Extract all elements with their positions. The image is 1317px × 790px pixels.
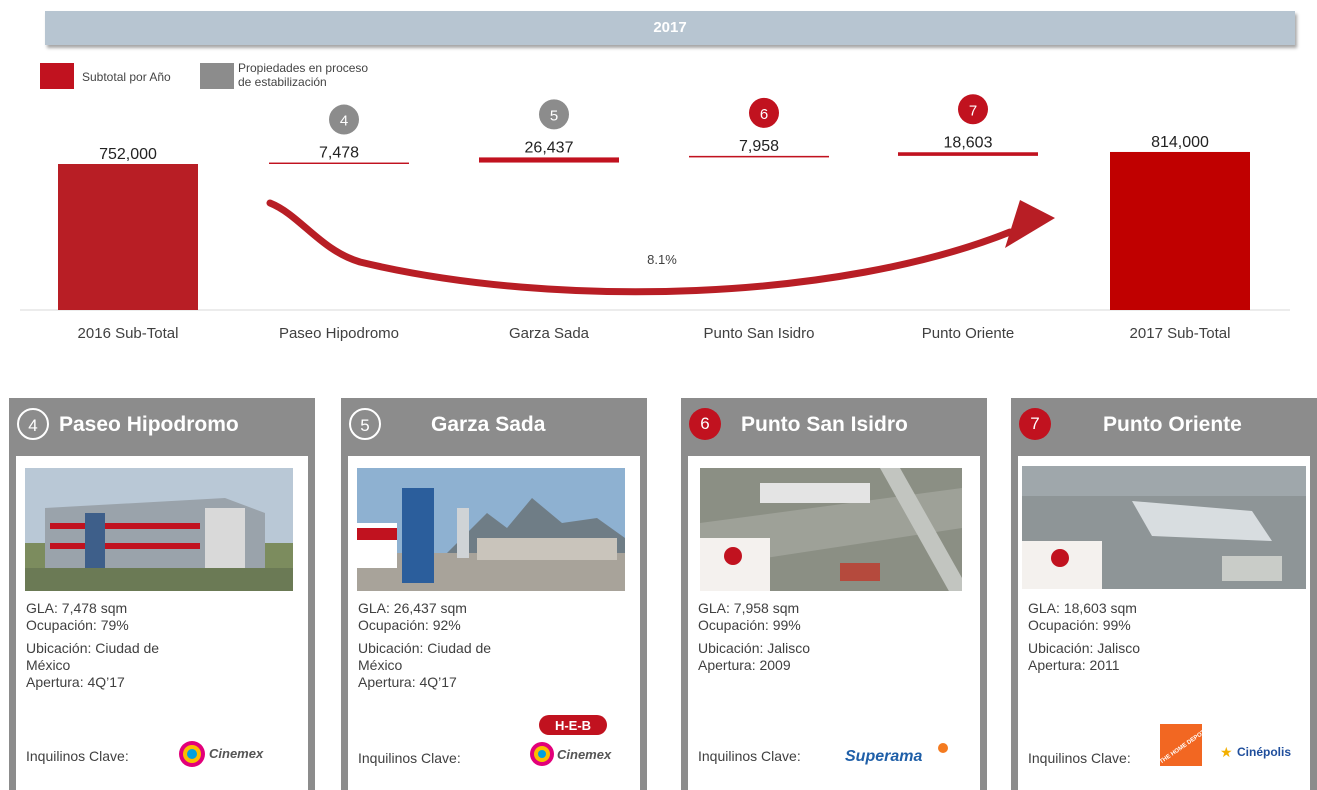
card-number-badge: 5 (349, 408, 381, 440)
card-details: GLA: 7,958 sqm Ocupación: 99% Ubicación:… (698, 600, 898, 674)
card-number-badge: 4 (17, 408, 49, 440)
category-label-2: Garza Sada (509, 325, 590, 342)
card-apertura: Apertura: 2011 (1028, 657, 1120, 673)
card-ubicacion: Ubicación: Ciudad de (358, 640, 492, 656)
card-number-badge: 6 (689, 408, 721, 440)
badge-label-4: 7 (969, 102, 977, 119)
property-photo (700, 468, 962, 591)
property-card-paseo-hipodromo: 4 Paseo Hipodromo GLA: 7,478 sqm Ocupaci… (9, 398, 315, 790)
cinemex-logo-text: Cinemex (557, 747, 612, 762)
cinepolis-logo: ★ Cinépolis (1218, 739, 1308, 770)
cinepolis-logo-text: Cinépolis (1237, 745, 1291, 759)
property-photo (357, 468, 625, 591)
home-depot-logo: THE HOME DEPOT (1158, 722, 1207, 775)
category-label-4: Punto Oriente (922, 325, 1015, 342)
category-label-0: 2016 Sub-Total (78, 325, 179, 342)
growth-arrow (266, 199, 1014, 296)
card-details: GLA: 26,437 sqm Ocupación: 92% Ubicación… (358, 600, 558, 691)
cinemex-logo-text: Cinemex (209, 746, 264, 761)
cinemex-logo: Cinemex (176, 738, 272, 775)
bar-0 (58, 164, 198, 310)
card-ocupacion: Ocupación: 99% (698, 617, 801, 633)
property-photo (25, 468, 293, 591)
card-gla: GLA: 18,603 sqm (1028, 600, 1137, 616)
card-ocupacion: Ocupación: 99% (1028, 617, 1131, 633)
card-body: GLA: 7,478 sqm Ocupación: 79% Ubicación:… (16, 456, 308, 790)
card-details: GLA: 18,603 sqm Ocupación: 99% Ubicación… (1028, 600, 1228, 674)
card-body: GLA: 26,437 sqm Ocupación: 92% Ubicación… (348, 456, 640, 790)
card-apertura: Apertura: 2009 (698, 657, 791, 673)
value-label-0: 752,000 (99, 146, 157, 163)
bar-1 (269, 162, 409, 164)
bar-3 (689, 155, 829, 158)
category-label-3: Punto San Isidro (704, 325, 815, 342)
property-card-punto-san-isidro: 6 Punto San Isidro GLA: 7,958 sqm Ocupac… (681, 398, 987, 790)
property-card-punto-oriente: 7 Punto Oriente GLA: 18,603 sqm Ocupació… (1011, 398, 1317, 790)
badge-label-3: 6 (760, 106, 768, 123)
category-label-1: Paseo Hipodromo (279, 325, 399, 342)
superama-logo: Superama (843, 740, 953, 775)
property-card-garza-sada: 5 Garza Sada GLA: 26,437 sqm Ocupación: … (341, 398, 647, 790)
card-title: Paseo Hipodromo (59, 413, 239, 436)
card-gla: GLA: 7,958 sqm (698, 600, 800, 616)
card-title: Punto San Isidro (741, 413, 908, 436)
card-apertura: Apertura: 4Q’17 (358, 674, 457, 690)
card-tenants-label: Inquilinos Clave: (26, 748, 129, 764)
value-label-4: 18,603 (944, 134, 993, 151)
waterfall-chart: 752,000 2016 Sub-Total 7,478 4 Paseo Hipodro… (20, 94, 1290, 342)
card-ocupacion: Ocupación: 79% (26, 617, 129, 633)
growth-arrow-head (1005, 200, 1055, 248)
badge-label-2: 5 (550, 107, 558, 124)
value-label-2: 26,437 (525, 139, 574, 156)
card-ubicacion-2: México (26, 657, 71, 673)
card-ubicacion: Ubicación: Jalisco (698, 640, 811, 656)
card-body: GLA: 18,603 sqm Ocupación: 99% Ubicación… (1018, 456, 1310, 790)
bar-5 (1110, 151, 1250, 310)
card-title: Garza Sada (431, 413, 546, 436)
value-label-5: 814,000 (1151, 134, 1209, 151)
superama-logo-text: Superama (845, 748, 922, 765)
heb-logo: H-E-B (538, 714, 608, 741)
bar-4 (898, 152, 1038, 156)
card-gla: GLA: 26,437 sqm (358, 600, 467, 616)
growth-label: 8.1% (647, 252, 677, 267)
card-title: Punto Oriente (1103, 413, 1242, 436)
card-tenants-label: Inquilinos Clave: (1028, 750, 1131, 766)
card-body: GLA: 7,958 sqm Ocupación: 99% Ubicación:… (688, 456, 980, 790)
property-photo (1022, 466, 1306, 589)
card-gla: GLA: 7,478 sqm (26, 600, 128, 616)
value-label-1: 7,478 (319, 145, 359, 162)
card-tenants-label: Inquilinos Clave: (698, 748, 801, 764)
card-tenants-label: Inquilinos Clave: (358, 750, 461, 766)
svg-text:★: ★ (1220, 745, 1233, 761)
card-details: GLA: 7,478 sqm Ocupación: 79% Ubicación:… (26, 600, 226, 691)
card-ubicacion-2: México (358, 657, 403, 673)
card-apertura: Apertura: 4Q’17 (26, 674, 125, 690)
cinemex-logo: Cinemex (528, 740, 624, 777)
badge-label-1: 4 (340, 113, 348, 130)
bar-2 (479, 157, 619, 163)
category-label-5: 2017 Sub-Total (1130, 325, 1231, 342)
card-ubicacion: Ubicación: Ciudad de (26, 640, 160, 656)
value-label-3: 7,958 (739, 138, 779, 155)
heb-logo-text: H-E-B (555, 718, 591, 733)
card-ubicacion: Ubicación: Jalisco (1028, 640, 1141, 656)
card-number-badge: 7 (1019, 408, 1051, 440)
card-ocupacion: Ocupación: 92% (358, 617, 461, 633)
